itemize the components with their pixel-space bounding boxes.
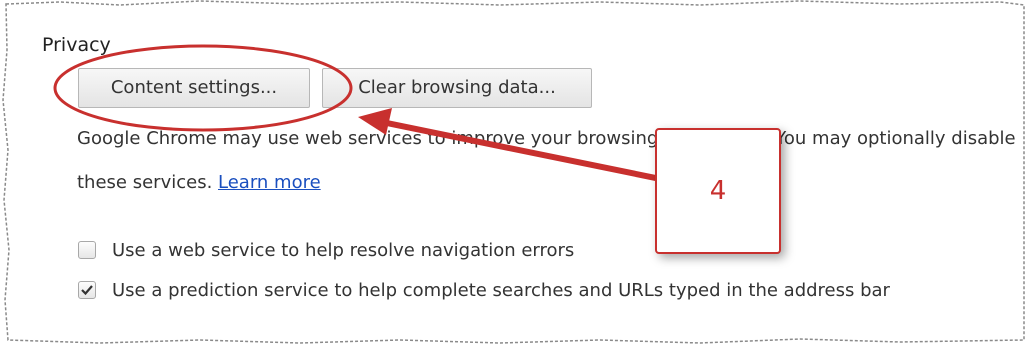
description-text: these services.	[77, 172, 219, 193]
option-label: Use a prediction service to help complet…	[112, 279, 890, 301]
checkbox-checked[interactable]	[78, 281, 96, 299]
step-number: 4	[709, 176, 727, 206]
clear-browsing-data-button[interactable]: Clear browsing data...	[322, 68, 592, 108]
privacy-description-line2: these services. Learn more	[77, 172, 321, 193]
learn-more-link[interactable]: Learn more	[218, 172, 321, 193]
privacy-description: Google Chrome may use web services to im…	[77, 128, 1016, 149]
section-title-privacy: Privacy	[42, 34, 111, 56]
checkmark-icon	[81, 285, 93, 296]
content-settings-button[interactable]: Content settings...	[78, 68, 310, 108]
checkbox-unchecked[interactable]	[78, 241, 96, 259]
step-callout-box: 4	[655, 128, 781, 254]
option-navigation-errors[interactable]: Use a web service to help resolve naviga…	[78, 238, 574, 262]
option-label: Use a web service to help resolve naviga…	[112, 239, 575, 261]
option-prediction-service[interactable]: Use a prediction service to help complet…	[78, 278, 890, 302]
